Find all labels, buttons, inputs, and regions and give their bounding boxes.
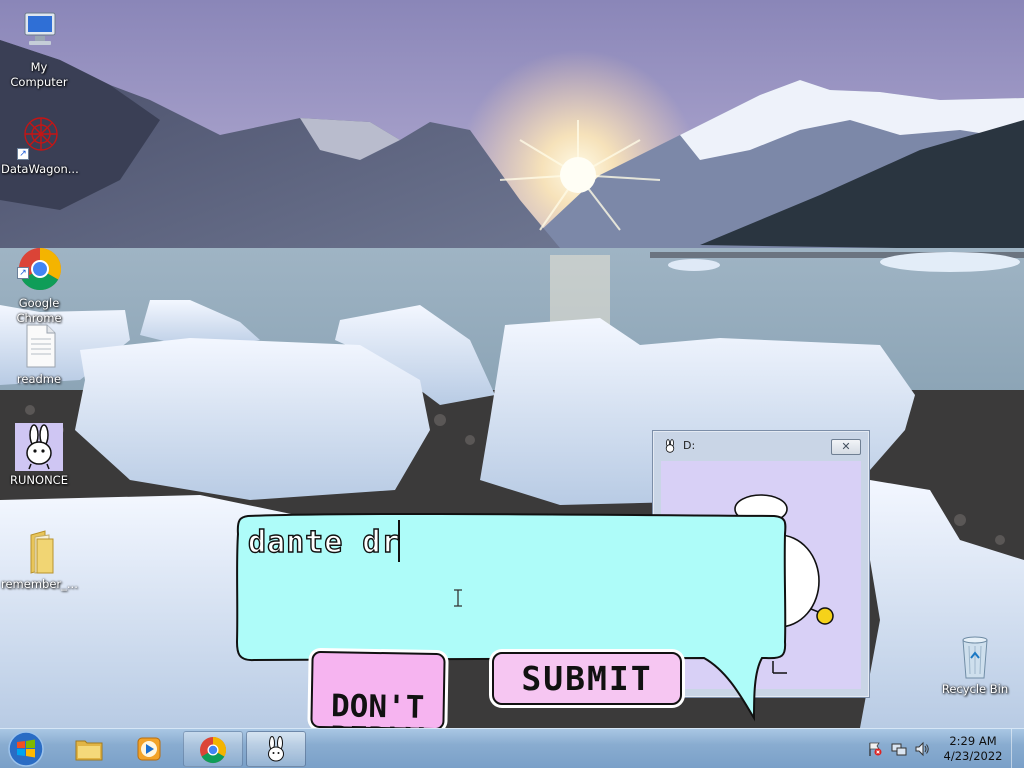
text-caret (398, 520, 400, 562)
submit-label: SUBMIT (521, 659, 653, 698)
desktop-icon-label: readme (16, 372, 62, 386)
volume-icon[interactable] (914, 741, 930, 757)
taskbar: 2:29 AM 4/23/2022 (0, 728, 1024, 769)
recycle-bin-icon (951, 632, 999, 680)
desktop-icon-label: DataWagon... (1, 162, 79, 176)
action-center-flag-icon[interactable] (867, 741, 883, 757)
taskbar-google-chrome[interactable] (183, 731, 243, 767)
desktop-icon-label: RUNONCE (10, 473, 68, 487)
show-desktop-button[interactable] (1011, 729, 1024, 769)
window-titlebar[interactable]: D: ✕ (653, 431, 869, 459)
my-computer-icon (15, 10, 63, 58)
text-file-icon (15, 322, 63, 370)
desktop-icon-datawagon[interactable]: ↗ DataWagon... (1, 112, 79, 177)
shortcut-arrow-icon: ↗ (17, 267, 29, 279)
shortcut-arrow-icon: ↗ (17, 148, 29, 160)
network-icon[interactable] (891, 741, 907, 757)
dont-reply-button[interactable]: DON'T REPLY (310, 650, 446, 758)
chrome-icon (200, 736, 227, 764)
datawagon-icon: ↗ (15, 112, 63, 160)
windows-logo-icon (8, 731, 44, 767)
ibeam-cursor-icon (454, 589, 462, 607)
taskbar-explorer[interactable] (60, 731, 120, 767)
bunny-icon (15, 423, 63, 471)
bunny-icon (268, 736, 284, 762)
window-title: D: (683, 439, 696, 452)
bunny-small-icon (665, 439, 675, 453)
folder-icon (75, 740, 103, 761)
desktop-icon-runonce[interactable]: RUNONCE (1, 423, 77, 488)
folder-icon (15, 527, 63, 575)
submit-button[interactable]: SUBMIT (492, 652, 682, 705)
desktop-icon-remember-folder[interactable]: remember_... (1, 527, 78, 592)
desktop-icon-label: Recycle Bin (941, 682, 1009, 696)
media-player-icon (137, 737, 161, 761)
system-clock[interactable]: 2:29 AM 4/23/2022 (937, 734, 1009, 764)
desktop-icon-readme[interactable]: readme (1, 322, 77, 387)
close-button[interactable]: ✕ (831, 439, 861, 455)
desktop-icon-google-chrome[interactable]: ↗ Google Chrome (1, 216, 77, 326)
close-icon: ✕ (841, 440, 851, 453)
chrome-icon: ↗ (15, 231, 63, 291)
reply-text-input[interactable]: dante dr (247, 524, 401, 560)
taskbar-media-player[interactable] (120, 731, 180, 767)
desktop-icon-my-computer[interactable]: My Computer (1, 10, 77, 90)
clock-date: 4/23/2022 (943, 749, 1003, 763)
taskbar-runonce[interactable] (246, 731, 306, 767)
desktop-icon-label: My Computer (10, 60, 68, 89)
desktop-icon-label: remember_... (1, 577, 78, 591)
clock-time: 2:29 AM (949, 734, 997, 748)
desktop-icon-recycle-bin[interactable]: Recycle Bin (937, 632, 1013, 697)
desktop-icon-label: Google Chrome (16, 296, 62, 325)
start-button[interactable] (4, 730, 48, 768)
